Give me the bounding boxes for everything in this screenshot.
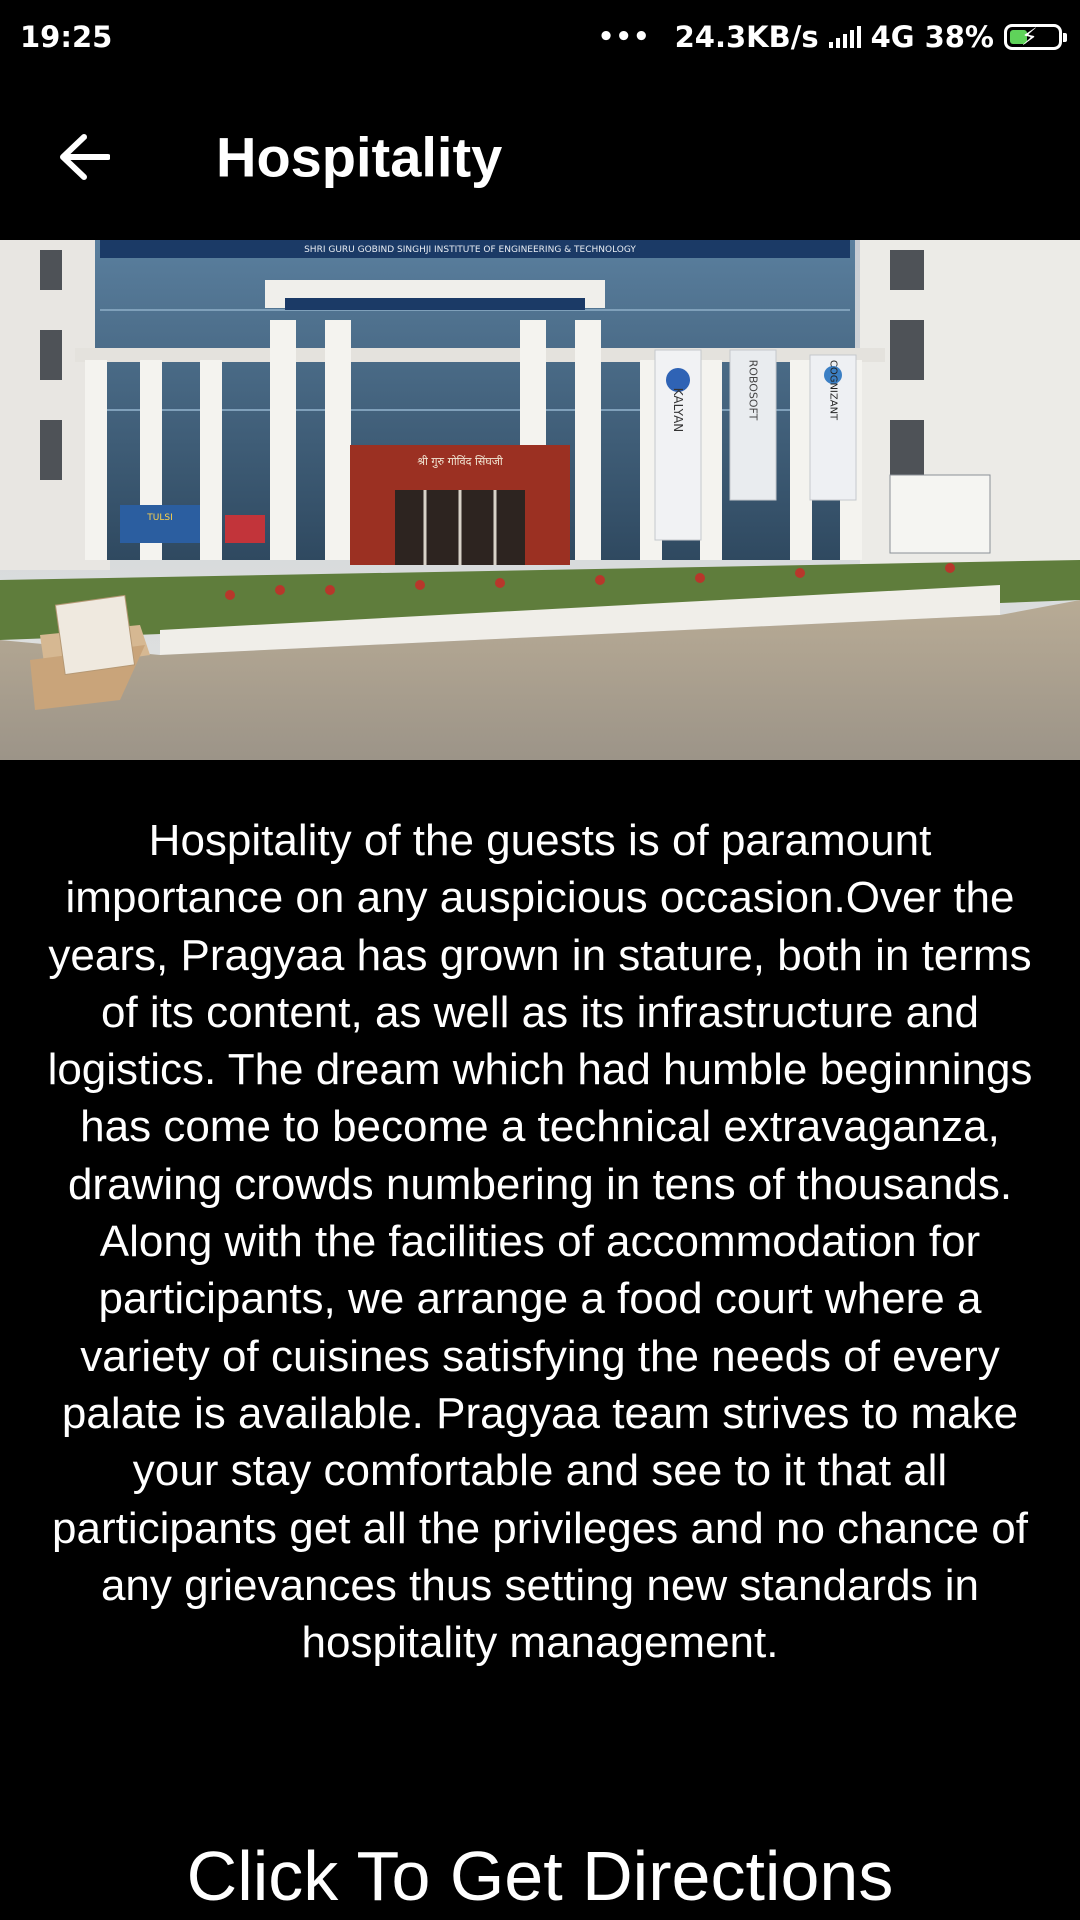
app-bar: Hospitality: [0, 74, 1080, 240]
charging-bolt-icon: ⚡: [1021, 23, 1038, 51]
network-speed: 24.3KB/s: [674, 20, 819, 54]
banner-text: SHRI GURU GOBIND SINGHJI INSTITUTE OF EN…: [304, 245, 636, 255]
signal-strength-icon: [828, 26, 861, 48]
hospitality-description: Hospitality of the guests is of paramoun…: [47, 816, 1033, 1668]
banner-cognizant: COGNIZANT: [828, 360, 839, 421]
arrow-left-icon: [60, 134, 110, 180]
banner-robosoft: ROBOSOFT: [747, 360, 760, 421]
more-notifications-icon: •••: [597, 22, 651, 52]
status-bar: 19:25 ••• 24.3KB/s 4G 38% ⚡: [0, 0, 1080, 74]
page-title: Hospitality: [216, 125, 503, 189]
back-button[interactable]: [54, 127, 114, 187]
battery-percent: 38%: [924, 20, 994, 54]
network-type: 4G: [870, 20, 915, 54]
banner-kalyan: KALYAN: [671, 388, 685, 433]
hero-image: SHRI GURU GOBIND SINGHJI INSTITUTE OF EN…: [0, 240, 1080, 760]
small-sign: TULSI: [146, 513, 172, 523]
college-building-photo: SHRI GURU GOBIND SINGHJI INSTITUTE OF EN…: [0, 240, 1080, 760]
hindi-sign: श्री गुरु गोविंद सिंघजी: [417, 455, 503, 468]
get-directions-button[interactable]: Click To Get Directions: [0, 1832, 1080, 1920]
status-time: 19:25: [20, 20, 113, 54]
status-indicators: ••• 24.3KB/s 4G 38% ⚡: [597, 20, 1067, 54]
battery-icon: ⚡: [1004, 23, 1067, 51]
